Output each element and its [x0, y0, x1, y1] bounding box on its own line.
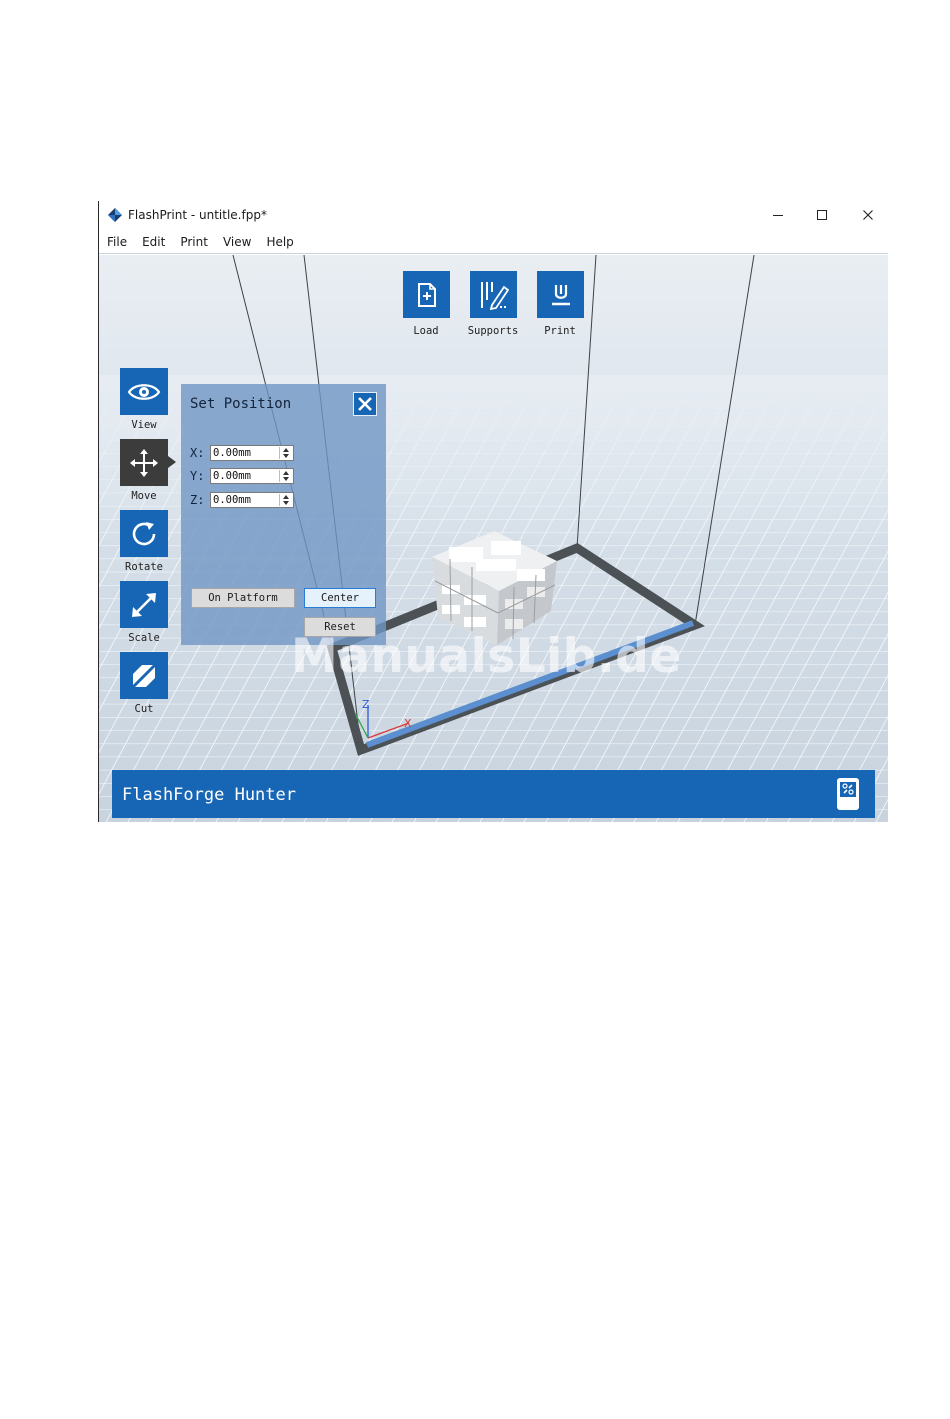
window-title: FlashPrint - untitle.fpp*	[128, 208, 267, 222]
spin-up-icon	[283, 494, 289, 499]
menu-help[interactable]: Help	[266, 235, 293, 249]
z-position-field[interactable]	[210, 491, 294, 508]
axis-x-label: X	[404, 717, 412, 730]
minimize-button[interactable]	[763, 205, 793, 225]
y-label: Y:	[190, 468, 205, 483]
scale-icon	[132, 592, 156, 617]
rotate-icon	[132, 521, 156, 545]
view-tool-button[interactable]	[120, 368, 168, 415]
watermark: ManualsLib.de	[291, 629, 682, 684]
print-button[interactable]	[537, 271, 584, 318]
z-decrement-button[interactable]	[280, 500, 292, 506]
rotate-tool-label: Rotate	[125, 561, 163, 573]
spin-down-icon	[283, 453, 289, 458]
supports-icon	[480, 281, 509, 310]
move-arrows-icon	[130, 448, 158, 477]
z-spinner[interactable]	[279, 493, 292, 506]
cut-tool-button[interactable]	[120, 652, 168, 699]
spin-down-icon	[283, 476, 289, 481]
menu-edit[interactable]: Edit	[142, 235, 165, 249]
scale-tool-label: Scale	[128, 632, 160, 644]
x-position-input[interactable]	[211, 445, 279, 460]
cut-tool-label: Cut	[134, 703, 154, 715]
status-bar: FlashForge Hunter	[112, 770, 875, 818]
print-label: Print	[544, 325, 576, 337]
on-platform-button[interactable]: On Platform	[191, 588, 295, 608]
move-tool-label: Move	[131, 490, 157, 502]
spin-down-icon	[283, 500, 289, 505]
y-decrement-button[interactable]	[280, 476, 292, 482]
x-position-row: X:	[190, 444, 294, 461]
connection-status-button[interactable]	[837, 778, 859, 810]
printer-name: FlashForge Hunter	[122, 785, 296, 805]
x-label: X:	[190, 445, 205, 460]
menu-view[interactable]: View	[223, 235, 251, 249]
close-icon	[358, 397, 372, 411]
maximize-button[interactable]	[807, 205, 837, 225]
move-tool-button[interactable]	[120, 439, 168, 486]
supports-button[interactable]	[470, 271, 517, 318]
z-position-row: Z:	[190, 491, 294, 508]
cut-icon	[129, 661, 159, 690]
set-position-panel: Set Position X: Y:	[181, 384, 386, 645]
active-tool-pointer-icon	[168, 456, 176, 468]
minimize-icon	[773, 215, 783, 216]
spin-up-icon	[283, 447, 289, 452]
y-position-row: Y:	[190, 467, 294, 484]
menu-print[interactable]: Print	[180, 235, 208, 249]
y-position-input[interactable]	[211, 468, 279, 483]
y-position-field[interactable]	[210, 467, 294, 484]
flashprint-logo-icon	[108, 208, 122, 222]
x-decrement-button[interactable]	[280, 453, 292, 459]
close-icon	[863, 210, 873, 220]
load-file-icon	[417, 282, 436, 307]
load-label: Load	[413, 325, 439, 337]
load-button[interactable]	[403, 271, 450, 318]
x-spinner[interactable]	[279, 446, 292, 459]
3d-viewport[interactable]: Z X Load Supports Print View Move Rotate…	[99, 255, 888, 822]
panel-title: Set Position	[190, 396, 292, 412]
x-position-field[interactable]	[210, 444, 294, 461]
print-icon	[551, 284, 570, 305]
menu-file[interactable]: File	[107, 235, 127, 249]
maximize-icon	[817, 210, 827, 220]
title-bar[interactable]: FlashPrint - untitle.fpp*	[99, 201, 888, 229]
z-label: Z:	[190, 492, 205, 507]
disconnected-link-icon	[840, 782, 856, 797]
panel-close-button[interactable]	[353, 392, 377, 416]
rotate-tool-button[interactable]	[120, 510, 168, 557]
y-spinner[interactable]	[279, 469, 292, 482]
flashprint-window: FlashPrint - untitle.fpp* File Edit Prin…	[98, 201, 888, 822]
spin-up-icon	[283, 470, 289, 475]
supports-label: Supports	[467, 325, 519, 337]
axis-z-label: Z	[362, 698, 370, 711]
close-window-button[interactable]	[853, 205, 883, 225]
scale-tool-button[interactable]	[120, 581, 168, 628]
z-position-input[interactable]	[211, 492, 279, 507]
center-button[interactable]: Center	[304, 588, 376, 608]
menu-bar: File Edit Print View Help	[99, 230, 888, 254]
view-tool-label: View	[131, 419, 157, 431]
eye-icon	[127, 383, 161, 400]
